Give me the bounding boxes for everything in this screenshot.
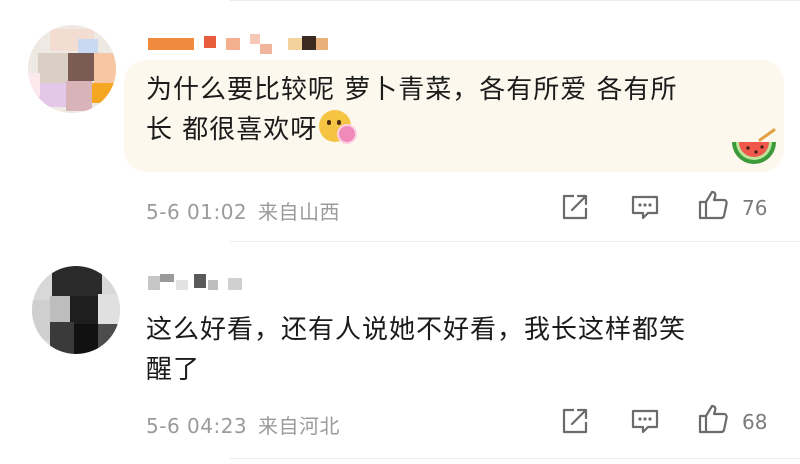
like-count: 68 [742,410,768,434]
comment-icon[interactable] [628,190,662,224]
comment-meta: 5-6 04:23 来自河北 [146,410,340,439]
timestamp: 5-6 01:02 [146,200,248,224]
like-icon[interactable] [696,402,730,436]
blush-flower-emoji-icon [319,110,358,144]
comment-divider [230,458,800,459]
watermelon-icon [732,128,776,164]
like-count: 76 [742,196,768,220]
comment-item: 这么好看，还有人说她不好看，我长这样都笑 醒了 5-6 04:23 来自河北 6… [0,242,800,464]
share-icon[interactable] [558,404,592,438]
comment-icon[interactable] [628,404,662,438]
comment-text-line1: 这么好看，还有人说她不好看，我长这样都笑 [146,315,687,345]
share-icon[interactable] [558,190,592,224]
like-icon[interactable] [696,188,730,222]
avatar[interactable] [28,25,116,113]
comment-meta: 5-6 01:02 来自山西 [146,196,340,225]
avatar[interactable] [32,266,120,354]
comment-text-line2: 长 都很喜欢呀 [146,104,358,156]
comment-item: 为什么要比较呢 萝卜青菜，各有所爱 各有所 长 都很喜欢呀 5-6 01:02 … [0,0,800,242]
timestamp: 5-6 04:23 [146,414,248,438]
comment-text-line2-content: 长 都很喜欢呀 [146,115,318,145]
location: 来自山西 [258,200,341,224]
comment-text-line2: 醒了 [146,355,201,385]
location: 来自河北 [258,414,341,438]
username[interactable] [148,274,248,294]
username[interactable] [148,34,348,54]
